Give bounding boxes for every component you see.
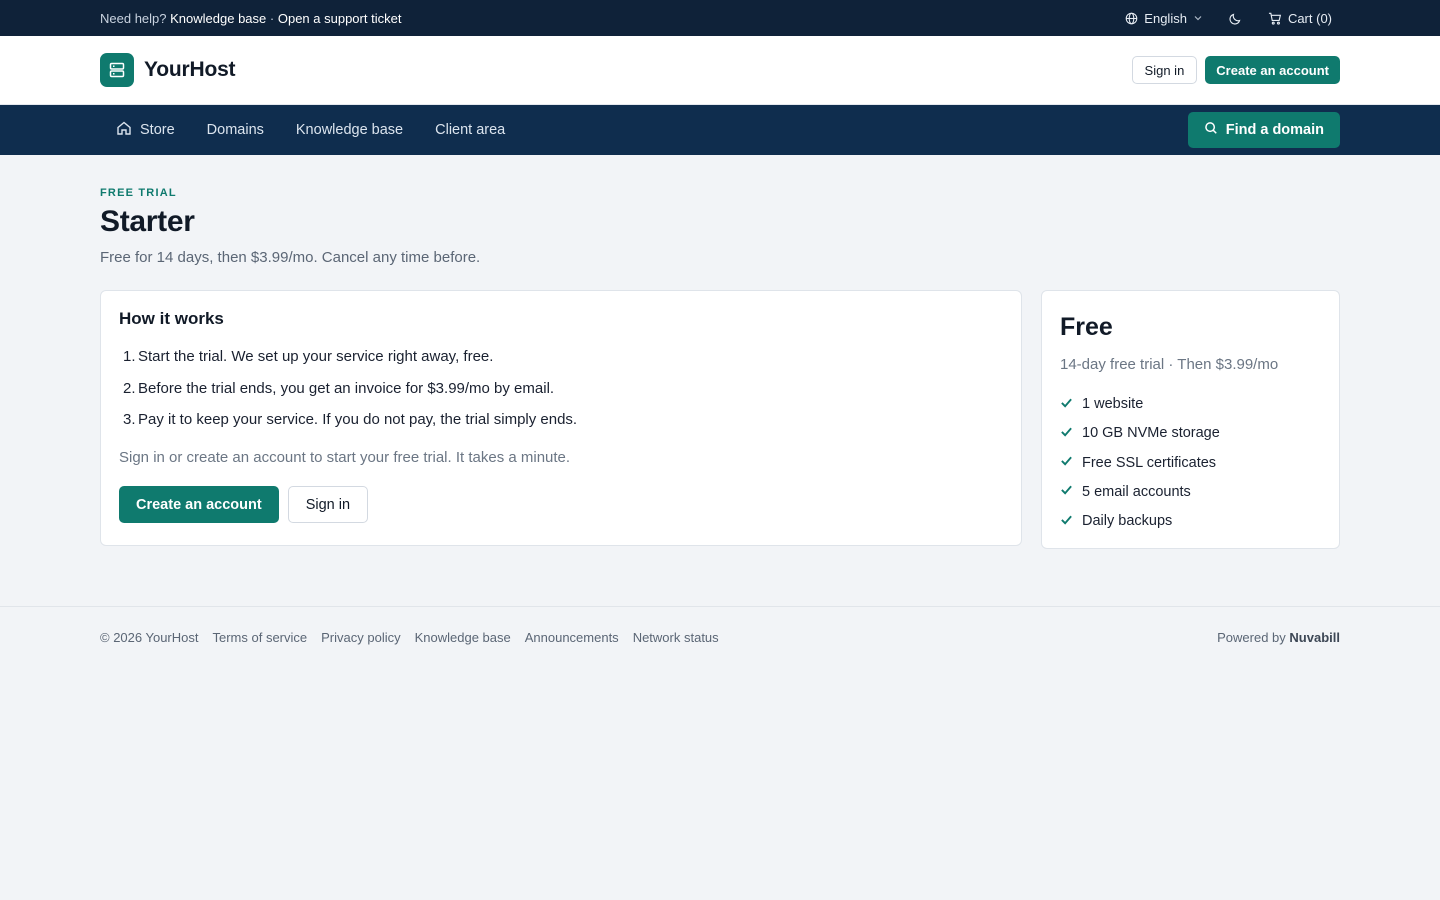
check-icon: [1060, 513, 1073, 530]
theme-toggle[interactable]: [1229, 12, 1242, 25]
powered-by: Powered by Nuvabill: [1217, 630, 1340, 645]
feature-item: 5 email accounts: [1060, 482, 1321, 502]
step-text: Before the trial ends, you get an invoic…: [138, 379, 555, 397]
page-subtitle: Free for 14 days, then $3.99/mo. Cancel …: [100, 249, 481, 266]
nav-item-knowledge-base[interactable]: Knowledge base: [280, 105, 419, 155]
sign-in-button[interactable]: Sign in: [287, 486, 369, 523]
globe-icon: [1125, 12, 1138, 25]
search-icon: [1204, 121, 1218, 139]
step-item: 2. Before the trial ends, you get an invo…: [123, 379, 555, 397]
check-icon: [1060, 454, 1073, 471]
steps-list: 1. Start the trial. We set up your servic…: [119, 347, 1003, 430]
knowledge-base-link[interactable]: Knowledge base: [170, 11, 266, 26]
nav-label-domains: Domains: [206, 122, 264, 138]
feature-item: Free SSL certificates: [1060, 453, 1321, 473]
check-icon: [1060, 396, 1073, 413]
find-domain-button[interactable]: Find a domain: [1187, 112, 1340, 148]
nav-label-knowledge-base: Knowledge base: [295, 122, 404, 138]
brand-name: YourHost: [144, 58, 236, 81]
server-icon: [100, 53, 134, 87]
cart-label: Cart (0): [1287, 10, 1332, 26]
feature-text: Daily backups: [1082, 513, 1173, 530]
moon-icon: [1229, 12, 1242, 25]
nav-item-store[interactable]: Store: [100, 105, 191, 155]
how-it-works-title: How it works: [119, 309, 224, 328]
footer-link-announcements[interactable]: Announcements: [525, 630, 619, 645]
page-title: Starter: [100, 205, 195, 238]
main-nav: Store Domains Knowledge base Client area…: [0, 105, 1440, 155]
help-separator: ·: [269, 10, 275, 26]
step-text: Pay it to keep your service. If you do n…: [138, 411, 578, 428]
step-item: 3. Pay it to keep your service. If you do…: [123, 411, 578, 428]
feature-text: 1 website: [1082, 396, 1144, 412]
step-text: Start the trial. We set up your service …: [138, 348, 494, 365]
check-icon: [1060, 483, 1073, 500]
language-selector[interactable]: English: [1125, 11, 1203, 26]
find-domain-label: Find a domain: [1225, 122, 1324, 138]
powered-brand[interactable]: Nuvabill: [1289, 630, 1340, 645]
nav-item-domains[interactable]: Domains: [191, 105, 280, 155]
main-content: FREE TRIAL Starter Free for 14 days, the…: [0, 155, 1440, 667]
footer-link-network-status[interactable]: Network status: [633, 630, 719, 645]
help-prefix: Need help?: [100, 10, 167, 26]
nav-item-client-area[interactable]: Client area: [419, 105, 521, 155]
copyright: © 2026 YourHost: [100, 629, 199, 645]
feature-list: 1 website 10 GB NVMe storage Free SSL ce…: [1060, 394, 1321, 531]
step-item: 1. Start the trial. We set up your servic…: [123, 348, 494, 365]
footer-link-terms[interactable]: Terms of service: [212, 630, 307, 645]
footer-link-knowledge-base[interactable]: Knowledge base: [415, 630, 511, 645]
eyebrow-label: FREE TRIAL: [100, 187, 177, 199]
feature-item: Daily backups: [1060, 511, 1321, 531]
help-text: Need help? Knowledge base · Open a suppo…: [100, 11, 401, 26]
plan-price-note: 14-day free trial · Then $3.99/mo: [1060, 356, 1279, 373]
plan-name: Free: [1060, 313, 1113, 341]
header-sign-in-button[interactable]: Sign in: [1131, 56, 1198, 84]
top-utility-bar: Need help? Knowledge base · Open a suppo…: [0, 0, 1440, 36]
support-ticket-link[interactable]: Open a support ticket: [278, 11, 402, 26]
site-footer: © 2026 YourHost Terms of service Privacy…: [0, 606, 1440, 667]
create-account-button[interactable]: Create an account: [119, 486, 279, 523]
powered-prefix: Powered by: [1217, 629, 1286, 645]
feature-text: 10 GB NVMe storage: [1082, 425, 1220, 442]
brand[interactable]: YourHost: [100, 53, 236, 87]
feature-text: 5 email accounts: [1082, 483, 1191, 500]
chevron-down-icon: [1193, 13, 1203, 23]
cart-link[interactable]: Cart (0): [1268, 11, 1332, 26]
signin-hint: Sign in or create an account to start yo…: [119, 449, 571, 466]
language-label: English: [1144, 10, 1187, 26]
check-icon: [1060, 425, 1073, 442]
feature-text: Free SSL certificates: [1082, 454, 1217, 471]
nav-label-store: Store: [140, 122, 175, 138]
home-icon: [116, 120, 132, 140]
plan-card: Free 14-day free trial · Then $3.99/mo 1…: [1041, 290, 1340, 549]
how-it-works-card: How it works 1. Start the trial. We set u…: [100, 290, 1022, 546]
feature-item: 1 website: [1060, 394, 1321, 414]
header-create-account-button[interactable]: Create an account: [1205, 56, 1340, 84]
footer-link-privacy[interactable]: Privacy policy: [321, 630, 400, 645]
site-header: YourHost Sign in Create an account: [0, 36, 1440, 105]
feature-item: 10 GB NVMe storage: [1060, 423, 1321, 443]
cart-icon: [1268, 12, 1282, 25]
nav-label-client-area: Client area: [435, 122, 506, 138]
